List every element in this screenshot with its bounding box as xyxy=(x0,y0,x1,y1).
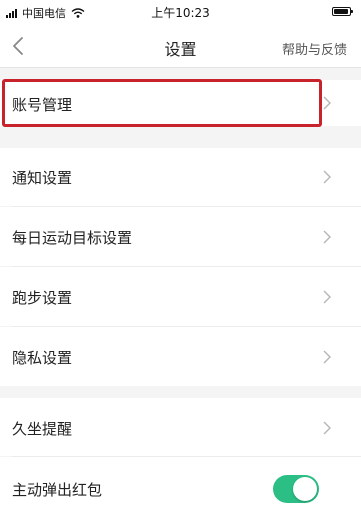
status-time: 上午10:23 xyxy=(151,6,210,20)
chevron-right-icon xyxy=(323,421,331,435)
settings-row-daily-goal[interactable]: 每日运动目标设置 xyxy=(0,207,361,266)
chevron-right-icon xyxy=(323,350,331,364)
settings-row-privacy[interactable]: 隐私设置 xyxy=(0,327,361,386)
settings-row-label: 每日运动目标设置 xyxy=(12,229,133,247)
chevron-right-icon xyxy=(323,290,331,304)
status-bar: 中国电信 上午10:23 xyxy=(0,0,361,24)
red-envelope-toggle[interactable] xyxy=(273,475,319,503)
nav-bar: 设置 帮助与反馈 xyxy=(0,24,361,68)
settings-row-sedentary-reminder[interactable]: 久坐提醒 xyxy=(0,398,361,456)
settings-row-notifications[interactable]: 通知设置 xyxy=(0,148,361,206)
help-feedback-link[interactable]: 帮助与反馈 xyxy=(282,39,347,58)
settings-row-label: 通知设置 xyxy=(12,169,73,187)
settings-row-running[interactable]: 跑步设置 xyxy=(0,267,361,326)
settings-row-label: 账号管理 xyxy=(12,96,73,114)
settings-row-label: 主动弹出红包 xyxy=(12,481,103,499)
settings-row-label: 跑步设置 xyxy=(12,289,73,307)
toggle-knob xyxy=(293,477,317,501)
settings-row-label: 隐私设置 xyxy=(12,349,73,367)
chevron-right-icon xyxy=(323,170,331,184)
chevron-right-icon xyxy=(323,230,331,244)
settings-row-label: 久坐提醒 xyxy=(12,420,73,438)
battery-icon xyxy=(332,7,353,16)
settings-row-account[interactable]: 账号管理 xyxy=(0,80,361,126)
chevron-right-icon xyxy=(323,96,331,110)
